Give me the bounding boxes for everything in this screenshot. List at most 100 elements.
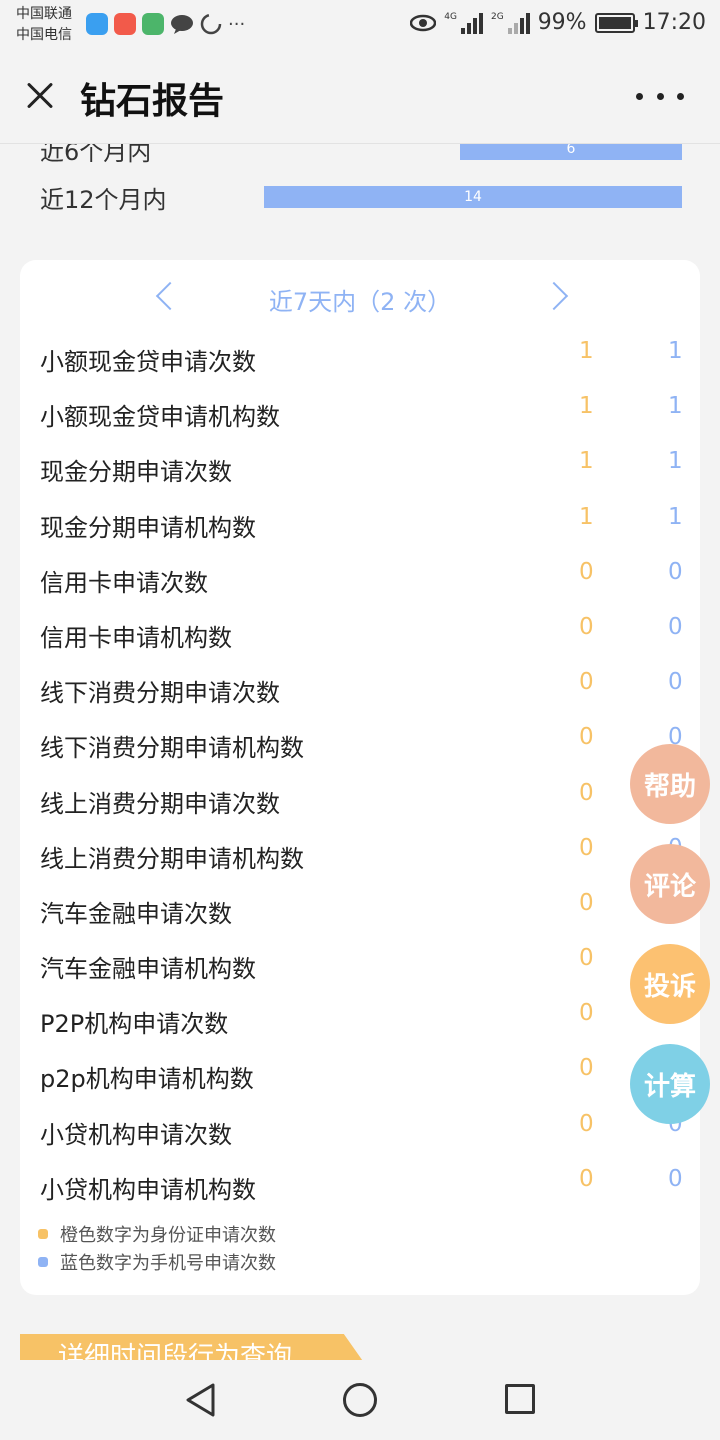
- phone-count: 0: [668, 669, 683, 696]
- complaint-button[interactable]: 投诉: [630, 944, 710, 1024]
- stat-row: 小贷机构申请次数00: [20, 1103, 700, 1158]
- battery-icon: [594, 12, 638, 33]
- carrier-1: 中国联通: [16, 6, 72, 22]
- notification-icons: ···: [86, 13, 245, 35]
- signal-2-icon: 2G: [491, 12, 530, 34]
- legend: 橙色数字为身份证申请次数 蓝色数字为手机号申请次数: [38, 1220, 276, 1276]
- legend-blue-text: 蓝色数字为手机号申请次数: [60, 1253, 276, 1274]
- stat-name: 线上消费分期申请次数: [40, 789, 280, 818]
- phone-count: 1: [668, 338, 683, 364]
- stat-name: 线下消费分期申请次数: [40, 679, 280, 708]
- stat-name: 现金分期申请机构数: [40, 513, 256, 542]
- id-card-count: 0: [579, 945, 594, 972]
- stat-row: 汽车金融申请次数00: [20, 882, 700, 937]
- stat-row: 线上消费分期申请机构数00: [20, 827, 700, 882]
- status-right: 4G 2G 99% 17:20: [410, 10, 706, 35]
- period-pager: 近7天内（2 次）: [20, 280, 700, 320]
- stat-name: 小额现金贷申请机构数: [40, 403, 280, 432]
- id-card-count: 1: [579, 338, 594, 364]
- stat-row: p2p机构申请机构数00: [20, 1047, 700, 1102]
- stat-name: 线上消费分期申请机构数: [40, 844, 304, 873]
- more-options-button[interactable]: [636, 84, 684, 108]
- back-icon[interactable]: [183, 1382, 219, 1418]
- eye-comfort-icon: [410, 14, 437, 31]
- id-card-count: 0: [579, 669, 594, 696]
- stat-row: 线下消费分期申请机构数 0 0: [20, 716, 700, 771]
- more-notifications-icon: ···: [228, 13, 246, 35]
- id-card-count: 0: [579, 1165, 594, 1192]
- bar-row-12-months: 近12个月内 14: [40, 176, 690, 216]
- calculate-button[interactable]: 计算: [630, 1044, 710, 1124]
- battery-percent: 99%: [537, 10, 587, 35]
- stat-row: 线上消费分期申请次数00: [20, 772, 700, 827]
- stat-name: P2P机构申请次数: [40, 1010, 229, 1039]
- phone-count: 1: [668, 448, 683, 475]
- home-icon[interactable]: [343, 1383, 377, 1417]
- id-card-count: 0: [579, 613, 594, 640]
- id-card-count: 0: [579, 558, 594, 585]
- message-app-icon: [142, 13, 164, 35]
- carrier-info: 中国联通 中国电信: [16, 4, 72, 46]
- stat-row: 信用卡申请次数 0 0: [20, 551, 700, 606]
- id-card-count: 0: [579, 724, 594, 751]
- id-card-count: 0: [579, 1000, 594, 1027]
- stat-name: 信用卡申请机构数: [40, 623, 232, 652]
- stat-row: P2P机构申请次数00: [20, 992, 700, 1047]
- id-card-count: 1: [579, 448, 594, 475]
- stat-row: 现金分期申请次数 1 1: [20, 440, 700, 495]
- stat-row: 汽车金融申请机构数00: [20, 937, 700, 992]
- signal-1-icon: 4G: [444, 12, 483, 34]
- id-card-count: 1: [579, 393, 594, 420]
- stat-row: 小额现金贷申请机构数 1 1: [20, 385, 700, 440]
- stat-name: 汽车金融申请次数: [40, 899, 232, 928]
- stat-name: 小贷机构申请机构数: [40, 1175, 256, 1204]
- close-icon[interactable]: [20, 76, 60, 116]
- legend-item-orange: 橙色数字为身份证申请次数: [38, 1220, 276, 1248]
- loading-icon: [200, 13, 222, 35]
- bar-fill: 14: [264, 186, 682, 208]
- stat-name: 线下消费分期申请机构数: [40, 734, 304, 763]
- phone-count: 1: [668, 503, 683, 530]
- help-button[interactable]: 帮助: [630, 744, 710, 824]
- legend-orange-text: 橙色数字为身份证申请次数: [60, 1225, 276, 1246]
- id-card-count: 0: [579, 779, 594, 806]
- stat-name: 信用卡申请次数: [40, 568, 208, 597]
- stat-row: 小贷机构申请机构数 0 0: [20, 1158, 700, 1213]
- period-title: 近7天内（2 次）: [268, 288, 452, 316]
- id-card-count: 0: [579, 1110, 594, 1137]
- id-card-count: 0: [579, 889, 594, 916]
- id-card-count: 0: [579, 834, 594, 861]
- bar-label: 近12个月内: [40, 186, 167, 214]
- system-nav-bar: [0, 1360, 720, 1440]
- phone-count: 0: [668, 613, 683, 640]
- carrier-2: 中国电信: [16, 27, 72, 43]
- phone-count: 0: [668, 1165, 683, 1192]
- id-card-count: 1: [579, 503, 594, 530]
- phone-count: 1: [668, 393, 683, 420]
- legend-item-blue: 蓝色数字为手机号申请次数: [38, 1248, 276, 1276]
- network-type-1: 4G: [444, 11, 457, 22]
- stat-row: 现金分期申请机构数 1 1: [20, 496, 700, 551]
- stats-list: 小额现金贷申请次数 1 1 小额现金贷申请机构数 1 1 现金分期申请次数 1 1 现金分期申请机…: [20, 330, 700, 1213]
- application-stats-card: 近7天内（2 次） 小额现金贷申请次数 1 1 小额现金贷申请机构数 1 1 现金分期申请次…: [20, 260, 700, 1295]
- network-type-2: 2G: [490, 11, 504, 22]
- app-notification-icon: [114, 13, 136, 35]
- id-card-count: 0: [579, 1055, 594, 1082]
- app-bar: 钻石报告: [0, 50, 720, 144]
- clock: 17:20: [642, 10, 706, 35]
- comment-button[interactable]: 评论: [630, 844, 710, 924]
- stat-name: 汽车金融申请机构数: [40, 955, 256, 984]
- blue-dot-icon: [38, 1257, 48, 1267]
- stat-row: 信用卡申请机构数 0 0: [20, 606, 700, 661]
- stat-name: 现金分期申请次数: [40, 458, 232, 487]
- status-bar: 中国联通 中国电信 ··· 4G 2G 99% 17:20: [0, 0, 720, 50]
- page-title: 钻石报告: [80, 81, 225, 122]
- chat-icon: [171, 15, 193, 34]
- orange-dot-icon: [38, 1229, 48, 1239]
- stat-row: 小额现金贷申请次数 1 1: [20, 330, 700, 385]
- stat-name: 小贷机构申请次数: [40, 1120, 232, 1149]
- stat-row: 线下消费分期申请次数 0 0: [20, 661, 700, 716]
- wifi-app-icon: [86, 13, 108, 35]
- stat-name: p2p机构申请机构数: [40, 1065, 254, 1094]
- recent-apps-icon[interactable]: [505, 1384, 535, 1414]
